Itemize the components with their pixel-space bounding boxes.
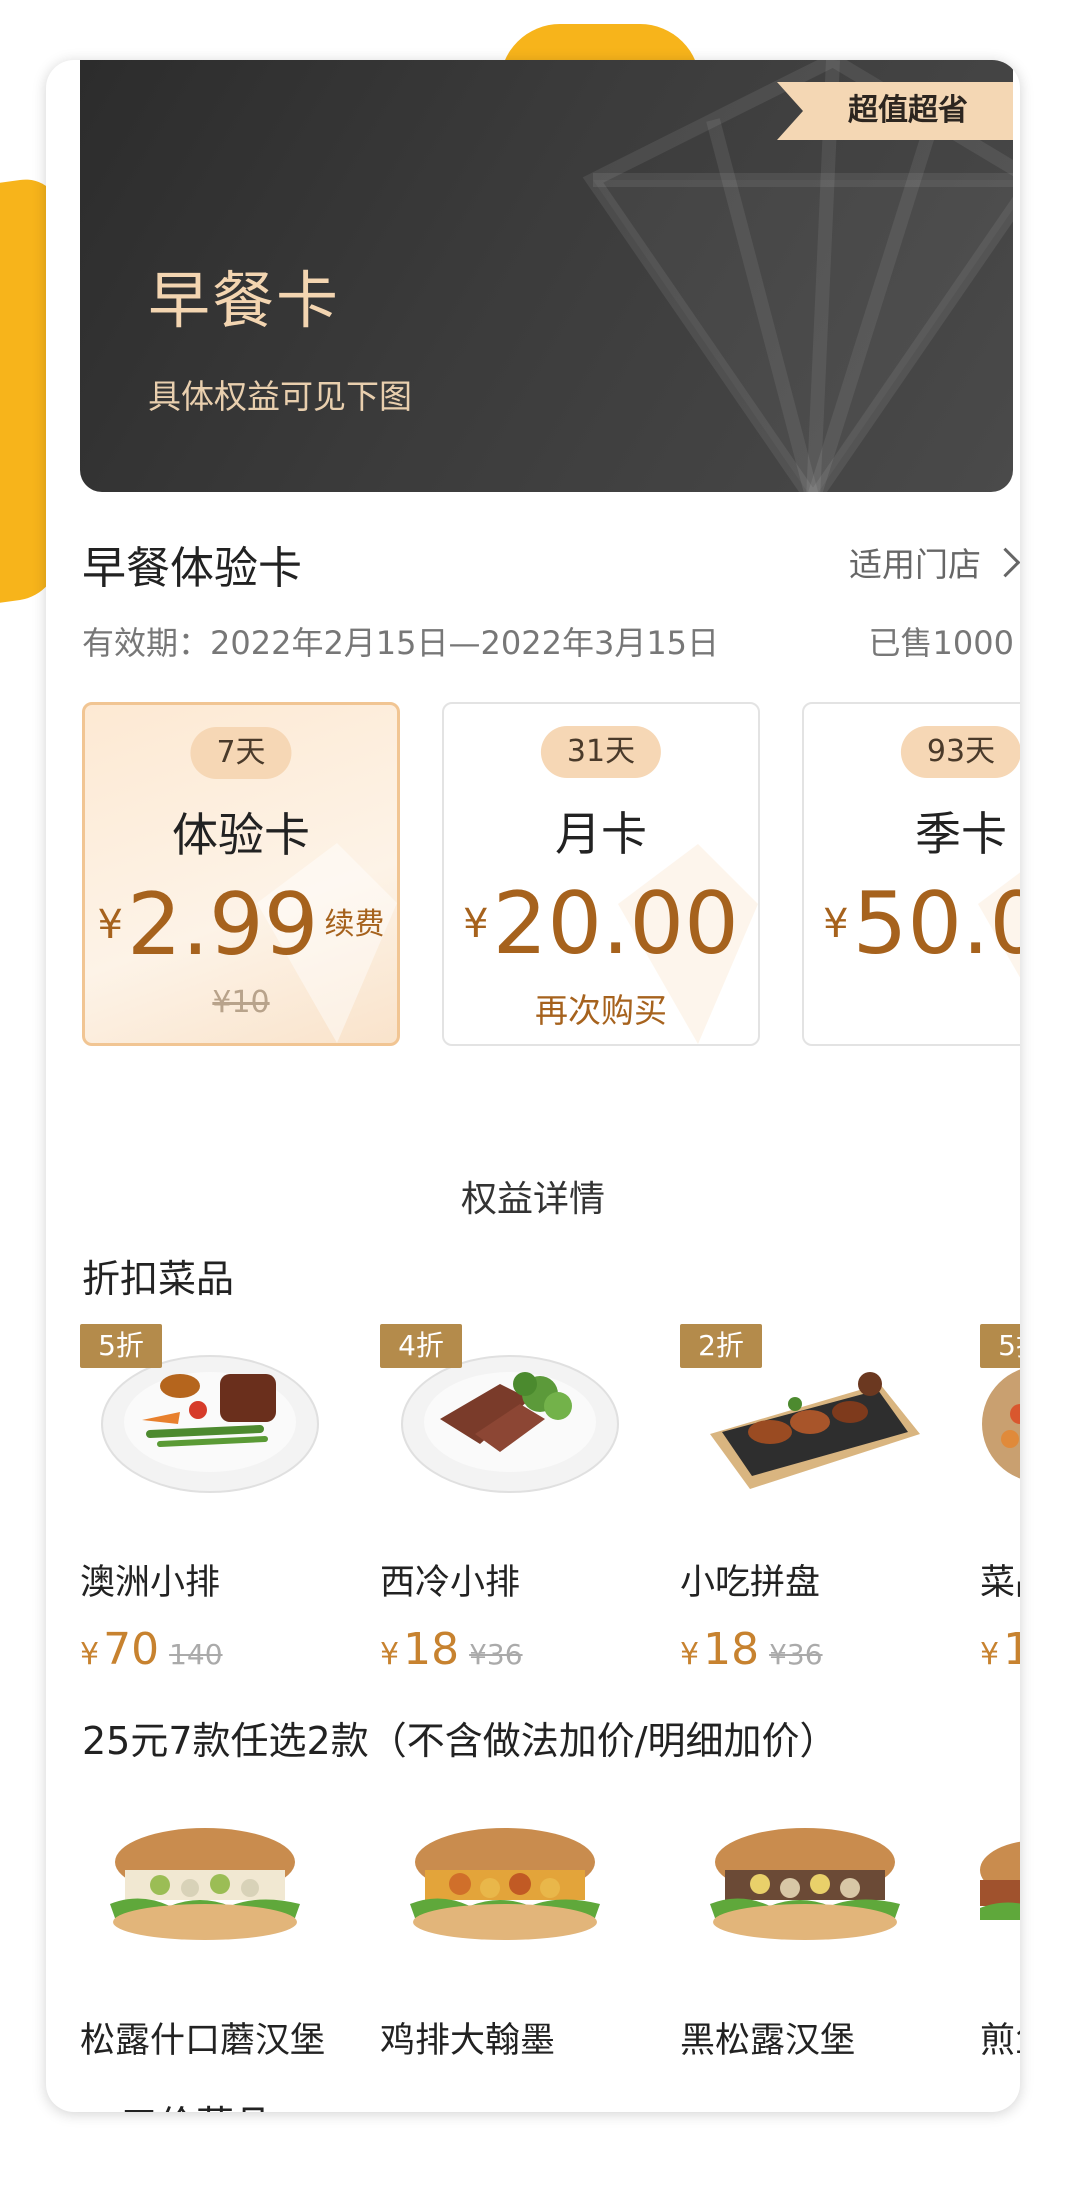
banner-title: 早餐卡 — [148, 264, 341, 337]
card-name: 早餐体验卡 — [82, 543, 302, 594]
original-price: ¥10 — [212, 985, 270, 1020]
chevron-right-icon — [990, 547, 1020, 577]
dish-name: 澳洲小排 — [80, 1563, 221, 1603]
plan-days-badge: 7天 — [190, 727, 292, 779]
validity-period: 有效期：2022年2月15日—2022年3月15日 — [82, 624, 720, 662]
dish-price-value: 18 — [703, 1624, 760, 1675]
applicable-stores-label: 适用门店 — [849, 545, 981, 584]
currency-symbol: ¥ — [80, 1637, 100, 1672]
burger-image — [380, 1800, 630, 1980]
dish-price-value: 70 — [103, 1624, 160, 1675]
currency-symbol: ¥ — [463, 901, 489, 947]
currency-symbol: ¥ — [823, 901, 849, 947]
dish-original-price: ¥36 — [469, 1638, 523, 1671]
dish-price: ¥18 ¥36 — [380, 1624, 523, 1675]
dish-price-value: 1 — [1003, 1624, 1020, 1675]
buy-again-label: 再次购买 — [535, 991, 667, 1030]
discount-section-title: 折扣菜品 — [82, 1257, 235, 1301]
plan-price: ¥2.99 续费 — [85, 875, 397, 975]
dish-name: 小吃拼盘 — [680, 1563, 821, 1603]
dish-price-value: 18 — [403, 1624, 460, 1675]
banner-subtitle: 具体权益可见下图 — [148, 377, 412, 416]
plan-days-badge: 31天 — [540, 726, 662, 778]
currency-symbol: ¥ — [680, 1637, 700, 1672]
dish-price: ¥18 ¥36 — [680, 1624, 823, 1675]
dish-name: 菜品 — [980, 1563, 1020, 1603]
dish-original-price: ¥36 — [769, 1638, 823, 1671]
discount-tag: 4折 — [380, 1324, 462, 1368]
discount-tag: 5折 — [980, 1324, 1020, 1368]
plan-price-value: 2.99 — [126, 875, 319, 975]
fixed-price-section-title: 一口价菜品 — [82, 2094, 272, 2112]
combo-section-title: 25元7款任选2款（不含做法加价/明细加价） — [82, 1719, 838, 1763]
sold-count: 已售1000 — [868, 624, 1014, 662]
plan-price-value: 50.00 — [852, 874, 1020, 974]
discount-tag: 2折 — [680, 1324, 762, 1368]
card-banner: 超值超省 早餐卡 具体权益可见下图 — [80, 60, 1013, 492]
plan-days-badge: 93天 — [900, 726, 1020, 778]
combo-item-name: 鸡排大翰墨 — [380, 2021, 556, 2061]
benefits-title: 权益详情 — [460, 1179, 605, 1220]
plan-name: 体验卡 — [172, 808, 310, 862]
combo-item-name: 煎鱼 — [980, 2021, 1020, 2061]
plan-name: 月卡 — [555, 807, 647, 861]
plan-option-trial[interactable]: 7天 体验卡 ¥2.99 续费 ¥10 — [82, 702, 400, 1046]
burger-image — [980, 1800, 1020, 1980]
plan-price: ¥20.00 — [444, 874, 758, 974]
value-badge-label: 超值超省 — [848, 93, 968, 128]
renew-label: 续费 — [324, 907, 385, 942]
combo-item-name: 松露什口蘑汉堡 — [80, 2021, 326, 2061]
dish-name: 西冷小排 — [380, 1563, 521, 1603]
plan-price-value: 20.00 — [492, 874, 739, 974]
plan-option-monthly[interactable]: 31天 月卡 ¥20.00 再次购买 — [442, 702, 760, 1046]
plan-price: ¥50.00 — [804, 874, 1020, 974]
value-badge: 超值超省 — [777, 82, 1013, 140]
currency-symbol: ¥ — [980, 1637, 1000, 1672]
plan-option-quarterly[interactable]: 93天 季卡 ¥50.00 — [802, 702, 1020, 1046]
combo-item-name: 黑松露汉堡 — [680, 2021, 856, 2061]
applicable-stores-link[interactable]: 适用门店 — [849, 538, 1020, 586]
plan-name: 季卡 — [915, 807, 1007, 861]
currency-symbol: ¥ — [97, 902, 123, 948]
dish-price: ¥70 140 — [80, 1624, 223, 1675]
burger-image — [680, 1800, 930, 1980]
dish-price: ¥1 — [980, 1624, 1020, 1675]
currency-symbol: ¥ — [380, 1637, 400, 1672]
discount-tag: 5折 — [80, 1324, 162, 1368]
membership-card-panel: 超值超省 早餐卡 具体权益可见下图 早餐体验卡 适用门店 有效期：2022年2月… — [46, 60, 1020, 2112]
burger-image — [80, 1800, 330, 1980]
dish-original-price: 140 — [169, 1638, 223, 1671]
